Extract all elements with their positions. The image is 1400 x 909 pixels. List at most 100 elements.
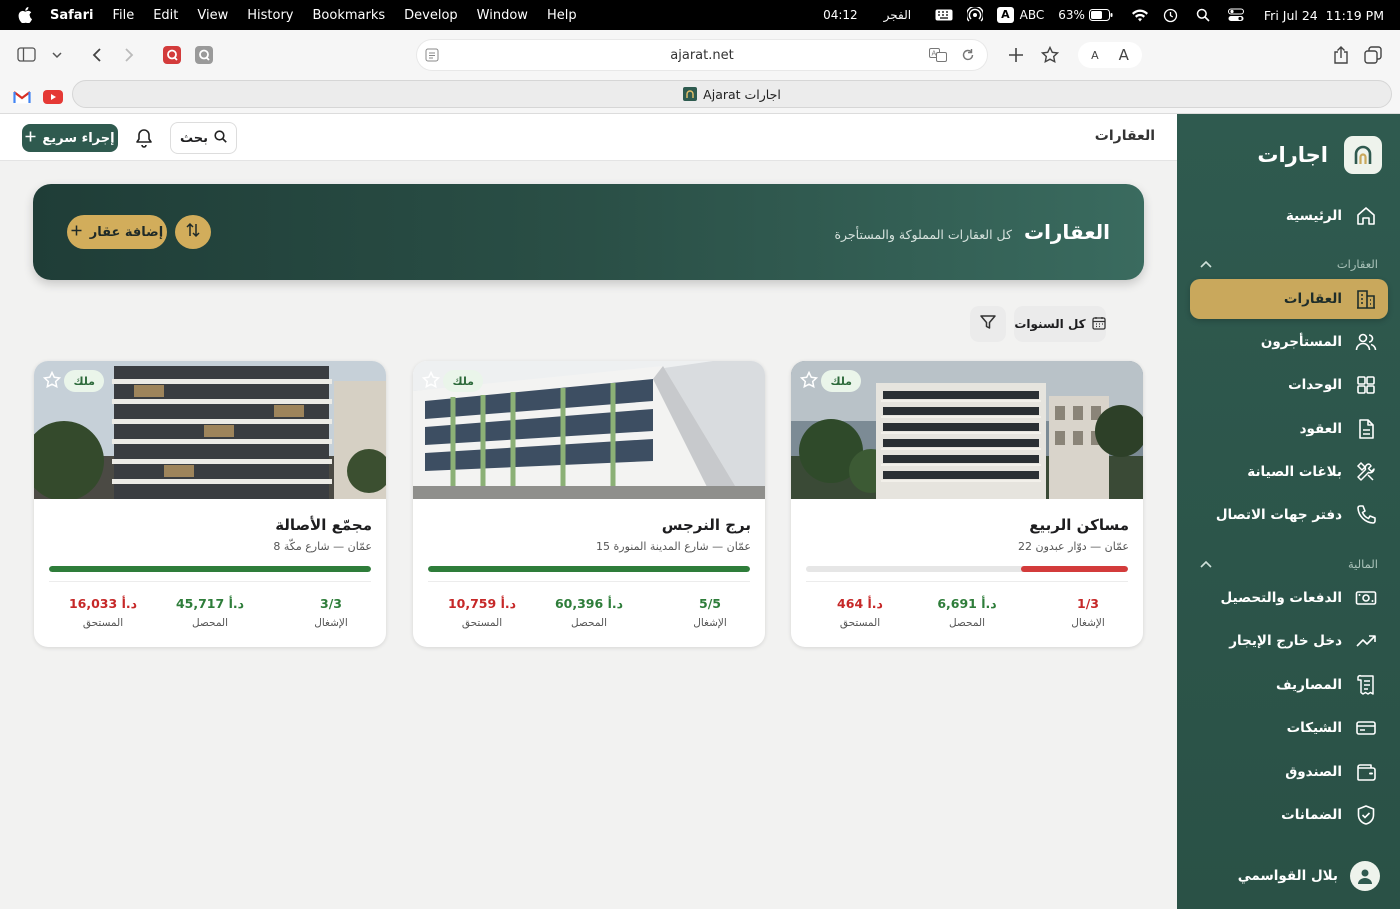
menu-history[interactable]: History: [247, 8, 293, 23]
notification-bell-icon[interactable]: [132, 126, 156, 150]
sidebar-item-contacts[interactable]: دفتر جهات الاتصال: [1190, 495, 1388, 535]
time-machine-icon[interactable]: [1163, 8, 1178, 23]
tab-title[interactable]: Ajarat اجارات: [703, 87, 781, 102]
spotlight-icon[interactable]: [1196, 8, 1210, 22]
sort-button[interactable]: [175, 215, 211, 249]
prayer-time[interactable]: 04:12: [823, 8, 858, 22]
sidebar-item-payments[interactable]: الدفعات والتحصيل: [1190, 578, 1388, 618]
input-source-label[interactable]: ABC: [1020, 8, 1045, 22]
prayer-name[interactable]: الفجر: [884, 8, 911, 22]
sidebar-item-maintenance[interactable]: بلاغات الصيانة: [1190, 452, 1388, 492]
user-name: بلال القواسمي: [1237, 868, 1338, 884]
svg-text:A: A: [932, 50, 937, 58]
menu-view[interactable]: View: [197, 8, 228, 23]
sidebar-item-tenants[interactable]: المستأجرون: [1190, 322, 1388, 362]
sidebar-item-cashbox[interactable]: الصندوق: [1190, 752, 1388, 792]
property-card[interactable]: ملك مساكن الربيع عمّان — دوّار عبدون 22 …: [791, 361, 1143, 647]
address-bar[interactable]: ajarat.net A: [417, 40, 987, 70]
reload-icon[interactable]: [961, 48, 975, 66]
battery-icon[interactable]: [1088, 9, 1113, 21]
translate-icon[interactable]: A: [929, 48, 947, 66]
menu-file[interactable]: File: [112, 8, 134, 23]
reader-icon[interactable]: [425, 48, 439, 66]
tabs-overview-icon[interactable]: [1362, 42, 1384, 68]
sidebar-item-label: المستأجرون: [1260, 334, 1342, 350]
occupancy-bar: [49, 566, 371, 572]
property-name[interactable]: مساكن الربيع: [1029, 516, 1129, 534]
sidebar-item-home[interactable]: الرئيسية: [1190, 196, 1388, 236]
add-property-button[interactable]: إضافة عقار: [67, 215, 167, 249]
section-label: العقارات: [1336, 257, 1378, 271]
favorite-star-icon[interactable]: [799, 370, 819, 390]
divider: [428, 581, 750, 582]
stat-label: المحصل: [570, 617, 608, 629]
calendar-icon: [1091, 316, 1106, 333]
menu-app-name[interactable]: Safari: [50, 8, 93, 23]
app-sidebar: اجارات الرئيسية العقارات العقارات المستأ…: [1177, 114, 1400, 909]
filter-button[interactable]: [970, 306, 1006, 342]
sidebar-item-cheques[interactable]: الشيكات: [1190, 708, 1388, 748]
extension-grey-icon[interactable]: [194, 42, 214, 68]
url-text[interactable]: ajarat.net: [670, 48, 733, 63]
new-tab-plus-icon[interactable]: [1004, 42, 1028, 68]
page-title: العقارات: [1094, 128, 1155, 144]
chevron-up-icon[interactable]: [1200, 557, 1212, 571]
quick-action-button[interactable]: إجراء سريع: [22, 124, 118, 152]
menu-edit[interactable]: Edit: [153, 8, 178, 23]
menu-develop[interactable]: Develop: [404, 8, 458, 23]
sidebar-item-units[interactable]: الوحدات: [1190, 365, 1388, 405]
sidebar-item-contracts[interactable]: العقود: [1190, 409, 1388, 449]
property-name[interactable]: مجمّع الأصالة: [275, 516, 372, 534]
ownership-badge: ملك: [821, 370, 861, 392]
favorite-star-icon[interactable]: [421, 370, 441, 390]
menu-bookmarks[interactable]: Bookmarks: [313, 8, 386, 23]
font-larger-button[interactable]: A: [1119, 46, 1129, 64]
sidebar-item-properties[interactable]: العقارات: [1190, 279, 1388, 319]
section-finance-header[interactable]: المالية: [1200, 555, 1378, 573]
banner-subtitle: كل العقارات المملوكة والمستأجرة: [834, 227, 1012, 242]
share-icon[interactable]: [1330, 42, 1352, 68]
stat-value: 16,033 د.أ: [68, 596, 138, 611]
section-properties-header[interactable]: العقارات: [1200, 255, 1378, 273]
sidebar-item-guarantees[interactable]: الضمانات: [1190, 795, 1388, 835]
forward-icon[interactable]: [118, 42, 140, 68]
apple-icon[interactable]: [18, 7, 32, 23]
font-size-control[interactable]: A A: [1078, 42, 1142, 68]
user-profile[interactable]: بلال القواسمي: [1238, 861, 1380, 891]
stat-value: 45,717 د.أ: [175, 596, 245, 611]
youtube-icon[interactable]: [41, 84, 65, 110]
battery-percent[interactable]: 63%: [1058, 8, 1085, 22]
sidebar-item-label: المصاريف: [1275, 677, 1342, 693]
property-card[interactable]: ملك مجمّع الأصالة عمّان — شارع مكّة 8 3/…: [34, 361, 386, 647]
control-center-icon[interactable]: [1227, 8, 1244, 22]
gmail-icon[interactable]: [10, 84, 34, 110]
menu-clock[interactable]: Fri Jul 24 11:19 PM: [1264, 8, 1384, 23]
extension-red-icon[interactable]: [162, 42, 182, 68]
stat-due: 464 د.أ المستحق: [810, 596, 910, 629]
airdrop-icon[interactable]: [967, 7, 984, 23]
back-icon[interactable]: [86, 42, 108, 68]
wifi-icon[interactable]: [1131, 9, 1149, 22]
font-smaller-button[interactable]: A: [1091, 49, 1099, 62]
favorite-star-icon[interactable]: [42, 370, 62, 390]
avatar[interactable]: [1350, 861, 1380, 891]
input-source-icon[interactable]: A: [997, 7, 1014, 23]
brand[interactable]: اجارات: [1257, 136, 1382, 174]
bookmark-star-icon[interactable]: [1038, 42, 1062, 68]
property-card[interactable]: ملك برج النرجس عمّان — شارع المدينة المن…: [413, 361, 765, 647]
tab-active[interactable]: Ajarat اجارات: [72, 80, 1392, 108]
menu-help[interactable]: Help: [547, 8, 577, 23]
ownership-badge: ملك: [443, 370, 483, 392]
keyboard-icon[interactable]: [935, 9, 953, 21]
property-name[interactable]: برج النرجس: [662, 516, 751, 534]
sidebar-item-other-income[interactable]: دخل خارج الإيجار: [1190, 621, 1388, 661]
stat-value: 60,396 د.أ: [554, 596, 624, 611]
sidebar-item-expenses[interactable]: المصاريف: [1190, 665, 1388, 705]
menu-window[interactable]: Window: [477, 8, 528, 23]
cash-icon: [1354, 586, 1378, 610]
sidebar-toggle-button[interactable]: [14, 42, 66, 68]
years-filter-button[interactable]: كل السنوات: [1014, 306, 1106, 342]
search-button[interactable]: بحث: [170, 122, 237, 154]
stat-label: المحصل: [948, 617, 986, 629]
chevron-up-icon[interactable]: [1200, 257, 1212, 271]
